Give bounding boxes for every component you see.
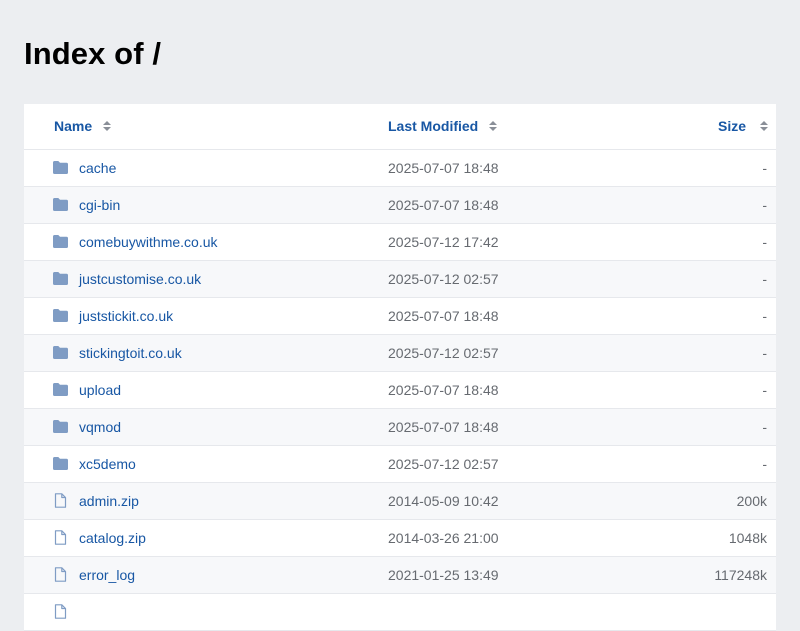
table-row: upload 2025-07-07 18:48 - [24,372,776,409]
size-cell: 1048k [728,530,767,546]
last-modified-cell: 2021-01-25 13:49 [388,567,499,583]
last-modified-cell: 2025-07-07 18:48 [388,197,499,213]
file-icon [52,530,69,545]
folder-icon [52,197,69,212]
sort-by-name-header[interactable]: Name [54,118,112,134]
last-modified-cell: 2025-07-07 18:48 [388,382,499,398]
size-cell: - [762,234,767,250]
table-row: admin.zip 2014-05-09 10:42 200k [24,483,776,520]
entry-link[interactable]: vqmod [79,419,121,435]
table-row: xc5demo 2025-07-12 02:57 - [24,446,776,483]
folder-icon [52,345,69,360]
size-cell: - [762,160,767,176]
sort-by-modified-header[interactable]: Last Modified [388,118,498,134]
table-body: cache 2025-07-07 18:48 - cgi-bin 2025-07… [24,150,776,631]
size-cell: - [762,271,767,287]
table-row: stickingtoit.co.uk 2025-07-12 02:57 - [24,335,776,372]
entry-link[interactable]: catalog.zip [79,530,146,546]
table-row: cgi-bin 2025-07-07 18:48 - [24,187,776,224]
table-row: comebuywithme.co.uk 2025-07-12 17:42 - [24,224,776,261]
last-modified-cell: 2025-07-07 18:48 [388,419,499,435]
sort-icon [489,121,498,131]
table-row: error_log 2021-01-25 13:49 117248k [24,557,776,594]
modified-header-label: Last Modified [388,118,479,134]
entry-link[interactable]: xc5demo [79,456,136,472]
size-header-label: Size [717,118,746,134]
table-row: justcustomise.co.uk 2025-07-12 02:57 - [24,261,776,298]
page-title: Index of / [24,36,162,71]
table-row: cache 2025-07-07 18:48 - [24,150,776,187]
entry-link[interactable]: stickingtoit.co.uk [79,345,182,361]
last-modified-cell: 2025-07-12 02:57 [388,345,499,361]
last-modified-cell: 2014-03-26 21:00 [388,530,499,546]
last-modified-cell: 2025-07-12 17:42 [388,234,499,250]
folder-icon [52,234,69,249]
file-icon [52,567,69,582]
entry-link[interactable]: admin.zip [79,493,139,509]
size-cell: - [762,197,767,213]
folder-icon [52,160,69,175]
entry-link[interactable]: cgi-bin [79,197,120,213]
table-row: vqmod 2025-07-07 18:48 - [24,409,776,446]
folder-icon [52,419,69,434]
sort-icon [760,121,768,131]
entry-link[interactable]: comebuywithme.co.uk [79,234,218,250]
entry-link[interactable]: juststickit.co.uk [79,308,173,324]
table-row: catalog.zip 2014-03-26 21:00 1048k [24,520,776,557]
entry-link[interactable]: justcustomise.co.uk [79,271,201,287]
file-icon [52,604,69,619]
entry-link[interactable]: error_log [79,567,135,583]
sort-icon [103,121,112,131]
table-row: juststickit.co.uk 2025-07-07 18:48 - [24,298,776,335]
file-listing-table: Name Last Modified Size cache 2025-07-07… [24,104,776,631]
folder-icon [52,456,69,471]
entry-link[interactable]: upload [79,382,121,398]
size-cell: 200k [736,493,767,509]
size-cell: 117248k [714,567,767,583]
size-cell: - [762,308,767,324]
size-cell: - [762,419,767,435]
last-modified-cell: 2025-07-12 02:57 [388,271,499,287]
folder-icon [52,271,69,286]
last-modified-cell: 2025-07-12 02:57 [388,456,499,472]
file-icon [52,493,69,508]
folder-icon [52,308,69,323]
last-modified-cell: 2025-07-07 18:48 [388,308,499,324]
last-modified-cell: 2025-07-07 18:48 [388,160,499,176]
size-cell: - [762,456,767,472]
sort-by-size-header[interactable]: Size [718,118,768,134]
folder-icon [52,382,69,397]
last-modified-cell: 2014-05-09 10:42 [388,493,499,509]
size-cell: - [762,382,767,398]
entry-link[interactable]: cache [79,160,116,176]
table-header: Name Last Modified Size [24,104,776,150]
name-header-label: Name [54,118,93,134]
size-cell: - [762,345,767,361]
